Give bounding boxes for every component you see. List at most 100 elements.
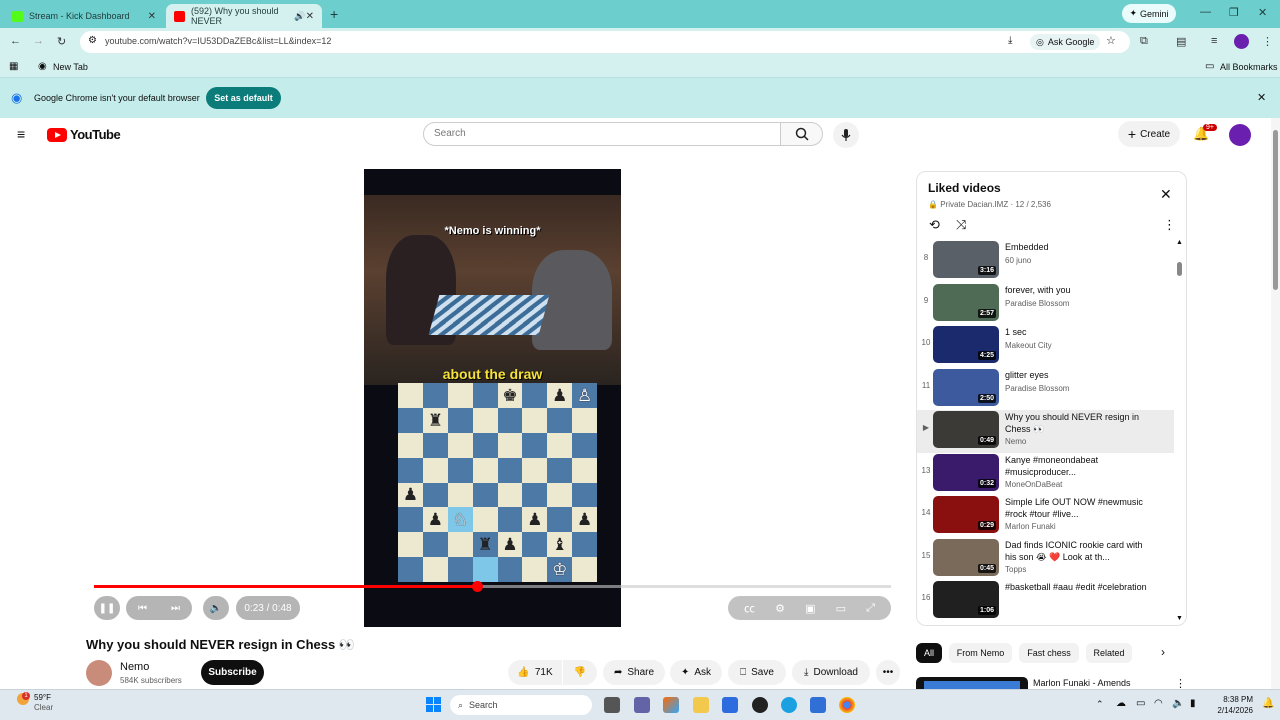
chip-related[interactable]: Related [1086, 643, 1132, 663]
ask-google-button[interactable]: ◎ Ask Google [1030, 34, 1101, 50]
task-view-icon[interactable] [604, 697, 620, 713]
install-icon[interactable]: ⤓ [1008, 35, 1012, 46]
avatar[interactable] [1229, 124, 1251, 146]
dislike-button[interactable]: 👎 [563, 660, 597, 685]
playlist-item[interactable]: ▶ 0:49 Why you should NEVER resign in Ches… [917, 410, 1174, 453]
volume-icon[interactable]: 🔈 [1172, 698, 1184, 709]
chip-from-nemo[interactable]: From Nemo [949, 643, 1012, 663]
like-button[interactable]: 👍 71K [508, 660, 562, 685]
battery-icon[interactable]: ▮ [1190, 698, 1196, 709]
taskbar-search[interactable]: ⌕ Search [450, 695, 592, 715]
address-bar[interactable]: ⚙ youtube.com/watch?v=IU53DDaZEBc&list=L… [80, 31, 1130, 53]
create-button[interactable]: + Create [1118, 121, 1180, 147]
loop-icon[interactable]: ⟲ [929, 217, 940, 233]
playlist-item[interactable]: 10 4:25 1 sec Makeout City [917, 325, 1174, 368]
page-scrollbar[interactable] [1271, 118, 1280, 689]
more-icon[interactable]: ⋮ [1163, 217, 1176, 233]
playlist-item[interactable]: 15 0:45 Dad finds ICONIC rookie card with … [917, 538, 1174, 581]
captions-icon[interactable]: ㏄ [744, 600, 755, 616]
next-icon[interactable]: ⏭ [171, 603, 180, 614]
youtube-logo[interactable]: YouTube [47, 127, 121, 142]
close-icon[interactable]: ✕ [1257, 91, 1266, 104]
restore-icon[interactable]: ❐ [1229, 6, 1239, 19]
pause-button[interactable]: ❚❚ [94, 596, 120, 620]
next-video-thumbnail[interactable] [916, 677, 1028, 689]
search-input[interactable]: Search [423, 122, 781, 146]
teams-icon[interactable] [634, 697, 650, 713]
hamburger-icon[interactable]: ≡ [17, 126, 25, 142]
set-default-button[interactable]: Set as default [206, 87, 281, 109]
close-icon[interactable]: ✕ [148, 11, 156, 22]
reading-list-icon[interactable]: ≡ [1211, 35, 1217, 47]
miniplayer-icon[interactable]: ▣ [805, 602, 815, 615]
apps-icon[interactable]: ▦ [9, 61, 18, 72]
next-video-title[interactable]: Marlon Funaki - Amends [1033, 678, 1131, 688]
chevron-right-icon[interactable]: › [1161, 645, 1165, 659]
chip-fast-chess[interactable]: Fast chess [1019, 643, 1079, 663]
chip-all[interactable]: All [916, 643, 942, 663]
playlist-item-thumbnail[interactable]: 1:06 [933, 581, 999, 618]
weather-widget[interactable]: 59°F Clear [34, 693, 53, 713]
playlist-title[interactable]: Liked videos [928, 181, 1001, 195]
voice-search-button[interactable] [833, 122, 859, 148]
playlist-item-title[interactable]: Dad finds ICONIC rookie card with his so… [1005, 539, 1155, 563]
taskbar-clock[interactable]: 8:38 PM 2/14/2026 [1207, 694, 1253, 716]
app-icon[interactable] [810, 697, 826, 713]
star-icon[interactable]: ☆ [1106, 34, 1116, 47]
playlist-item-title[interactable]: Why you should NEVER resign in Chess 👀 [1005, 411, 1155, 435]
share-button[interactable]: ➦ Share [603, 660, 665, 685]
extensions-icon[interactable]: ⧉ [1140, 35, 1148, 48]
playlist-item[interactable]: 14 0:29 Simple Life OUT NOW #newmusic #roc… [917, 495, 1174, 538]
cast-icon[interactable]: ▭ [836, 602, 846, 615]
store-icon[interactable] [722, 697, 738, 713]
playlist-item[interactable]: 8 3:16 Embedded 60 juno [917, 240, 1174, 283]
progress-scrubber[interactable] [471, 581, 483, 592]
close-icon[interactable]: ✕ [1160, 186, 1172, 203]
all-bookmarks[interactable]: All Bookmarks [1220, 62, 1278, 72]
gemini-button[interactable]: ✦ Gemini [1122, 4, 1176, 23]
channel-name[interactable]: Nemo [120, 661, 149, 673]
close-window-icon[interactable]: ✕ [1258, 6, 1267, 19]
channel-avatar[interactable] [86, 660, 112, 686]
playlist-item-thumbnail[interactable]: 0:32 [933, 453, 999, 491]
search-button[interactable] [780, 122, 823, 146]
playlist-item-title[interactable]: Kanye #moneondabeat #musicproducer... [1005, 454, 1155, 478]
scroll-up-icon[interactable]: ▲ [1176, 239, 1183, 246]
playlist-item[interactable]: 13 0:32 Kanye #moneondabeat #musicproducer… [917, 453, 1174, 496]
minimize-icon[interactable]: — [1200, 6, 1211, 18]
playlist-item-thumbnail[interactable]: 0:29 [933, 496, 999, 533]
site-info-icon[interactable]: ⚙ [88, 35, 97, 46]
subscribe-button[interactable]: Subscribe [201, 660, 264, 685]
playlist-item-thumbnail[interactable]: 0:49 [933, 411, 999, 448]
edge-icon[interactable] [781, 697, 797, 713]
fullscreen-icon[interactable]: ⤢ [866, 602, 875, 615]
volume-button[interactable]: 🔈 [203, 596, 229, 620]
playlist-item-thumbnail[interactable]: 0:45 [933, 538, 999, 576]
playlist-item-title[interactable]: glitter eyes [1005, 369, 1155, 381]
close-icon[interactable]: ✕ [306, 11, 314, 22]
bookmark-new-tab[interactable]: New Tab [53, 62, 88, 72]
playlist-item-thumbnail[interactable]: 4:25 [933, 326, 999, 363]
previous-icon[interactable]: ⏮ [138, 603, 147, 614]
copilot-icon[interactable] [663, 697, 679, 713]
playlist-item-thumbnail[interactable]: 2:50 [933, 368, 999, 406]
playlist-item-title[interactable]: Simple Life OUT NOW #newmusic #rock #tou… [1005, 496, 1155, 520]
tab-youtube[interactable]: (592) Why you should NEVER 🔊 ✕ [166, 4, 322, 28]
chrome-icon[interactable] [839, 697, 855, 713]
shuffle-icon[interactable]: ⤨ [956, 217, 966, 233]
speaker-icon[interactable]: 🔊 [294, 11, 305, 22]
playlist-item-title[interactable]: #basketball #aau #edit #celebration [1005, 581, 1155, 593]
playlist-item-title[interactable]: Embedded [1005, 241, 1155, 253]
scrollbar-thumb[interactable] [1273, 130, 1278, 290]
profile-avatar[interactable] [1234, 34, 1249, 49]
playlist-item-title[interactable]: 1 sec [1005, 326, 1155, 338]
scroll-down-icon[interactable]: ▼ [1176, 615, 1183, 622]
ask-button[interactable]: ✦ Ask [670, 660, 722, 685]
playlist-item[interactable]: 16 1:06 #basketball #aau #edit #celebratio… [917, 580, 1174, 623]
settings-icon[interactable]: ⚙ [775, 602, 785, 615]
sidepanel-icon[interactable]: ▤ [1176, 35, 1186, 48]
reload-icon[interactable]: ↻ [57, 35, 66, 48]
download-button[interactable]: ⤓ Download [792, 660, 870, 685]
playlist-item[interactable]: 11 2:50 glitter eyes Paradise Blossom [917, 368, 1174, 411]
playlist-item[interactable]: 9 2:57 forever, with you Paradise Blossom [917, 283, 1174, 326]
